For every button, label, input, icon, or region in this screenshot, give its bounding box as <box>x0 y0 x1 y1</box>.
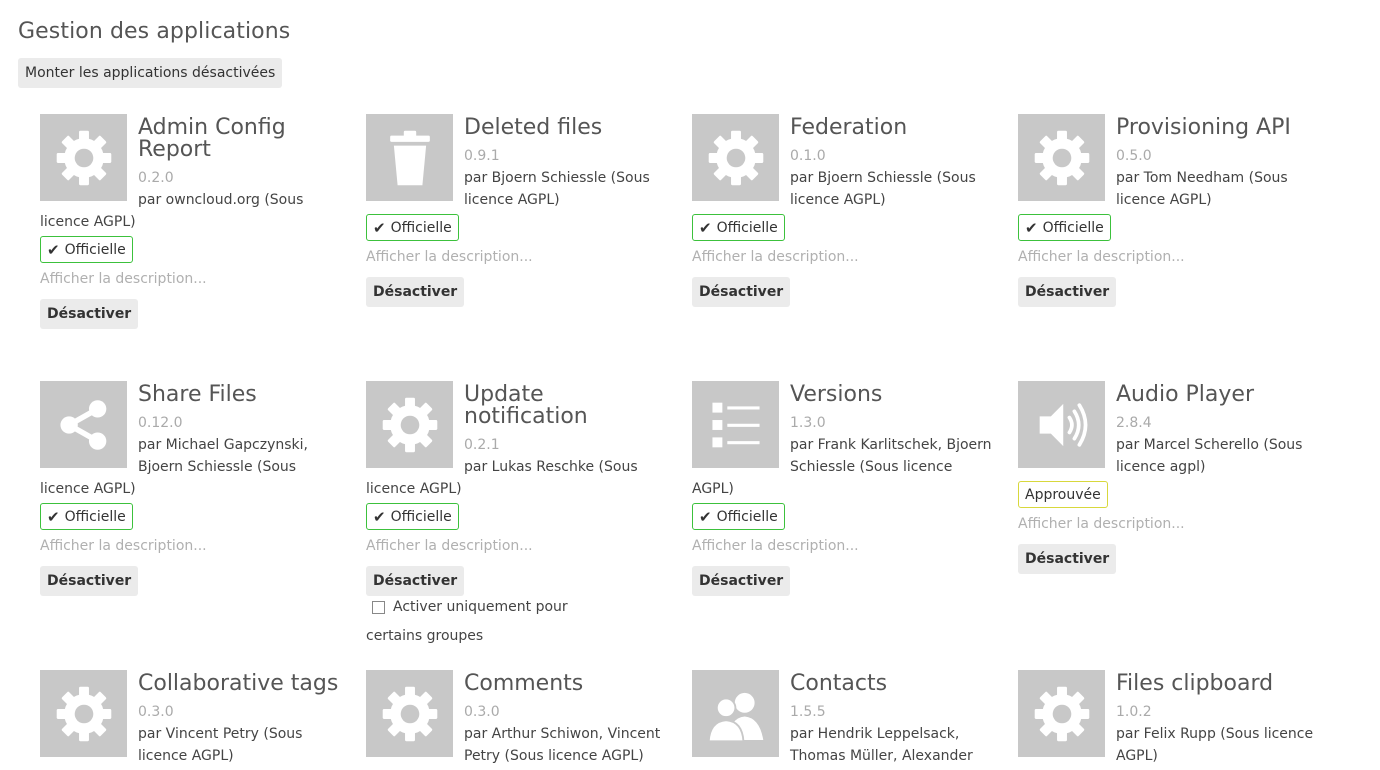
official-badge: ✔ Officielle <box>692 214 785 241</box>
disable-button[interactable]: Désactiver <box>1018 277 1117 307</box>
gear-icon <box>366 670 453 757</box>
official-badge: ✔ Officielle <box>40 236 133 263</box>
official-badge: ✔ Officielle <box>366 503 459 530</box>
app-card: Contacts 1.5.5 par Hendrik Leppelsack, T… <box>692 670 992 767</box>
official-badge: ✔ Officielle <box>40 503 133 530</box>
checkmark-icon: ✔ <box>47 240 60 259</box>
gear-icon <box>692 114 779 201</box>
checkmark-icon: ✔ <box>1025 218 1038 237</box>
disable-button[interactable]: Désactiver <box>692 277 791 307</box>
app-card: Deleted files 0.9.1 par Bjoern Schiessle… <box>366 114 666 307</box>
gear-icon <box>40 114 127 201</box>
disable-button[interactable]: Désactiver <box>692 566 791 596</box>
checkmark-icon: ✔ <box>47 507 60 526</box>
show-description-link[interactable]: Afficher la description... <box>366 246 666 268</box>
disable-button[interactable]: Désactiver <box>40 566 139 596</box>
badge-label: Officielle <box>716 508 778 525</box>
checkmark-icon: ✔ <box>373 218 386 237</box>
app-card: Audio Player 2.8.4 par Marcel Scherello … <box>1018 381 1318 574</box>
disable-button[interactable]: Désactiver <box>40 299 139 329</box>
show-description-link[interactable]: Afficher la description... <box>1018 513 1318 535</box>
app-card: Update notification 0.2.1 par Lukas Resc… <box>366 381 666 647</box>
enable-for-groups-label-cont: certains groupes <box>366 627 484 644</box>
show-disabled-apps-button[interactable]: Monter les applications désactivées <box>18 58 283 88</box>
enable-for-groups-label: Activer uniquement pour <box>393 599 568 615</box>
official-badge: ✔ Officielle <box>1018 214 1111 241</box>
list-icon <box>692 381 779 468</box>
gear-icon <box>366 381 453 468</box>
gear-icon <box>1018 114 1105 201</box>
app-card: Admin Config Report 0.2.0 par owncloud.o… <box>40 114 340 329</box>
app-management-page: Gestion des applications Monter les appl… <box>0 0 1380 770</box>
checkbox-box[interactable] <box>372 600 385 614</box>
badge-label: Officielle <box>1042 219 1104 236</box>
app-card: Provisioning API 0.5.0 par Tom Needham (… <box>1018 114 1318 307</box>
app-card: Comments 0.3.0 par Arthur Schiwon, Vince… <box>366 670 666 767</box>
app-card: Files clipboard 1.0.2 par Felix Rupp (So… <box>1018 670 1318 767</box>
gear-icon <box>40 670 127 757</box>
badge-label: Officielle <box>390 219 452 236</box>
show-description-link[interactable]: Afficher la description... <box>692 535 992 557</box>
badge-label: Officielle <box>64 508 126 525</box>
show-description-link[interactable]: Afficher la description... <box>1018 246 1318 268</box>
badge-label: Officielle <box>64 241 126 258</box>
official-badge: ✔ Officielle <box>692 503 785 530</box>
show-description-link[interactable]: Afficher la description... <box>692 246 992 268</box>
app-card: Versions 1.3.0 par Frank Karlitschek, Bj… <box>692 381 992 596</box>
app-card: Federation 0.1.0 par Bjoern Schiessle (S… <box>692 114 992 307</box>
gear-icon <box>1018 670 1105 757</box>
official-badge: ✔ Officielle <box>366 214 459 241</box>
speaker-icon <box>1018 381 1105 468</box>
badge-label: Officielle <box>390 508 452 525</box>
badge-label: Approuvée <box>1025 486 1101 503</box>
show-description-link[interactable]: Afficher la description... <box>40 535 340 557</box>
disable-button[interactable]: Désactiver <box>1018 544 1117 574</box>
checkmark-icon: ✔ <box>699 507 712 526</box>
enable-for-groups-checkbox[interactable]: Activer uniquement pour <box>372 596 568 618</box>
show-description-link[interactable]: Afficher la description... <box>40 268 340 290</box>
badge-label: Officielle <box>716 219 778 236</box>
app-card: Collaborative tags 0.3.0 par Vincent Pet… <box>40 670 340 767</box>
checkmark-icon: ✔ <box>699 218 712 237</box>
page-title: Gestion des applications <box>18 19 291 44</box>
disable-button[interactable]: Désactiver <box>366 566 465 596</box>
contacts-icon <box>692 670 779 757</box>
app-card: Share Files 0.12.0 par Michael Gapczynsk… <box>40 381 340 596</box>
disable-button[interactable]: Désactiver <box>366 277 465 307</box>
share-icon <box>40 381 127 468</box>
show-description-link[interactable]: Afficher la description... <box>366 535 666 557</box>
checkmark-icon: ✔ <box>373 507 386 526</box>
trash-icon <box>366 114 453 201</box>
approved-badge: Approuvée <box>1018 481 1108 508</box>
